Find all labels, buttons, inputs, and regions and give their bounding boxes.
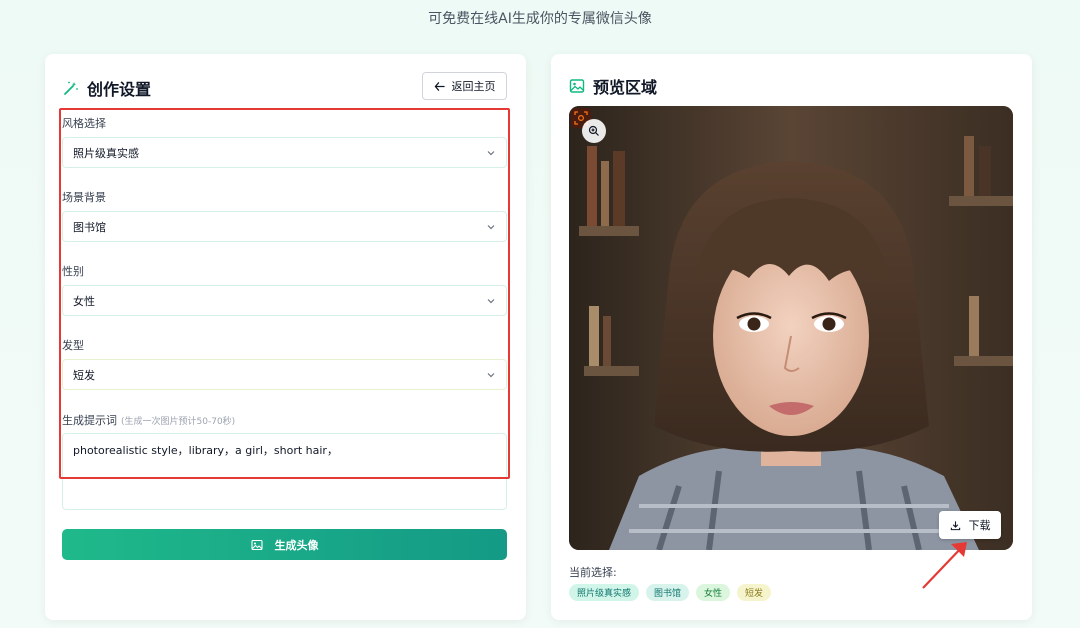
chevron-down-icon [487, 224, 495, 229]
download-label: 下载 [968, 519, 991, 532]
hair-label: 发型 [62, 339, 84, 352]
tag-hair: 短发 [737, 584, 772, 601]
style-select-value: 照片级真实感 [73, 146, 139, 160]
scene-select[interactable]: 图书馆 [62, 211, 507, 242]
image-icon [250, 539, 263, 550]
chevron-down-icon [487, 372, 495, 377]
preview-title: 预览区域 [569, 74, 657, 98]
back-to-home-button[interactable]: 返回主页 [422, 72, 507, 100]
avatar-preview-image: 下载 [569, 106, 1013, 550]
style-select[interactable]: 照片级真实感 [62, 137, 507, 168]
hair-select-value: 短发 [73, 368, 95, 382]
generate-avatar-label: 生成头像 [274, 538, 319, 552]
page-subtitle: 可免费在线AI生成你的专属微信头像 [428, 11, 652, 27]
gender-select-value: 女性 [73, 294, 95, 308]
prompt-label-text: 生成提示词 [62, 414, 117, 427]
image-icon [569, 79, 585, 93]
selection-tags: 照片级真实感 图书馆 女性 短发 [569, 584, 772, 601]
zoom-in-icon [588, 125, 599, 136]
gender-label: 性别 [62, 265, 84, 278]
generate-avatar-button[interactable]: 生成头像 [62, 529, 507, 560]
arrow-left-icon [434, 81, 445, 91]
magic-wand-icon [64, 81, 78, 95]
chevron-down-icon [487, 298, 495, 303]
current-selection-label: 当前选择: [569, 566, 617, 579]
style-label: 风格选择 [62, 117, 106, 130]
scene-label: 场景背景 [62, 191, 106, 204]
back-to-home-label: 返回主页 [451, 80, 496, 93]
scene-select-value: 图书馆 [73, 220, 106, 234]
preview-panel: 预览区域 下载 当前选择: 照片级真实感 图书馆 女性 短发 [551, 54, 1032, 620]
portrait-photo [569, 106, 1013, 550]
gender-select[interactable]: 女性 [62, 285, 507, 316]
tag-style: 照片级真实感 [569, 584, 640, 601]
prompt-textarea[interactable]: photorealistic style，library，a girl，shor… [62, 433, 507, 510]
creation-settings-title: 创作设置 [63, 76, 151, 100]
creation-settings-title-text: 创作设置 [87, 80, 152, 99]
tag-scene: 图书馆 [646, 584, 690, 601]
chevron-down-icon [487, 150, 495, 155]
prompt-label: 生成提示词 (生成一次图片预计50-70秒) [62, 412, 235, 428]
download-button[interactable]: 下载 [939, 511, 1001, 539]
tag-gender: 女性 [696, 584, 731, 601]
hair-select[interactable]: 短发 [62, 359, 507, 390]
prompt-hint: (生成一次图片预计50-70秒) [121, 417, 236, 427]
preview-title-text: 预览区域 [593, 78, 658, 97]
download-icon [950, 520, 960, 530]
zoom-in-button[interactable] [582, 119, 606, 143]
creation-settings-panel: 创作设置 返回主页 风格选择 照片级真实感 场景背景 图书馆 性别 女性 发型 … [45, 54, 526, 620]
